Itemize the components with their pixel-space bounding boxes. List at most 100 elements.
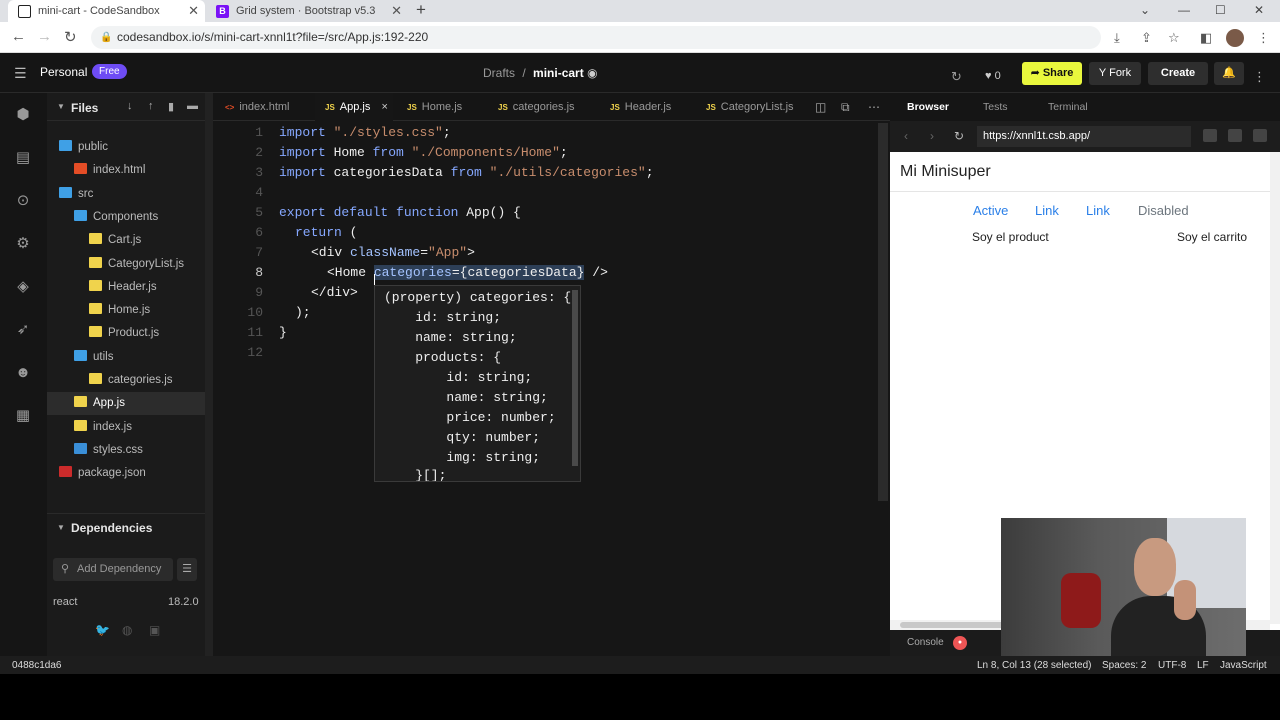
devtools-icon[interactable] [1203, 129, 1217, 142]
collapse-caret-icon[interactable]: ▼ [57, 102, 65, 111]
share-button[interactable]: ➦ Share [1022, 62, 1082, 85]
preview-icon[interactable]: ⧉ [841, 100, 850, 115]
file-item[interactable]: Header.js [47, 276, 205, 299]
tab-terminal[interactable]: Terminal [1048, 101, 1088, 113]
github-icon[interactable]: ◈ [13, 277, 33, 297]
file-item[interactable]: Product.js [47, 322, 205, 345]
profile-avatar[interactable] [1226, 29, 1244, 47]
files-icon[interactable]: ▤ [13, 148, 33, 168]
like-button[interactable]: ♥ 0 [985, 65, 1001, 88]
discord-icon[interactable]: ▣ [149, 623, 160, 637]
breadcrumb-drafts[interactable]: Drafts [483, 66, 515, 80]
file-item[interactable]: package.json [47, 462, 205, 485]
line-ending[interactable]: LF [1197, 660, 1209, 671]
back-icon[interactable]: ‹ [904, 129, 908, 143]
tab-header-js[interactable]: JS Header.js [610, 93, 671, 121]
menu-icon[interactable]: ☰ [14, 65, 27, 82]
new-folder-icon[interactable]: ▬ [187, 100, 198, 112]
file-item[interactable]: styles.css [47, 439, 205, 462]
tab-app-js[interactable]: JS App.js × [315, 93, 393, 121]
refresh-icon[interactable]: ↻ [951, 65, 962, 88]
browser-tab-bootstrap[interactable]: B Grid system · Bootstrap v5.3 ✕ [208, 0, 408, 22]
file-item[interactable]: index.html [47, 159, 205, 182]
commit-hash[interactable]: 0488c1da6 [12, 660, 62, 671]
forward-icon[interactable]: › [930, 129, 934, 143]
language-mode[interactable]: JavaScript [1220, 660, 1267, 671]
workspace-name[interactable]: Personal [40, 65, 87, 79]
search-icon[interactable]: ⊙ [13, 191, 33, 211]
open-new-window-icon[interactable] [1228, 129, 1242, 142]
file-item[interactable]: CategoryList.js [47, 253, 205, 276]
bookmark-star-icon[interactable]: ☆ [1168, 30, 1180, 46]
dependency-name[interactable]: react [53, 596, 77, 608]
more-options-icon[interactable]: ⋮ [1253, 65, 1266, 88]
file-item[interactable]: Cart.js [47, 229, 205, 252]
folder-item[interactable]: src [47, 183, 205, 206]
forward-icon[interactable]: → [37, 28, 52, 45]
file-item[interactable]: index.js [47, 416, 205, 439]
webcam-person-head [1134, 538, 1176, 596]
fork-button[interactable]: Y Fork [1089, 62, 1141, 85]
code-token: > [467, 245, 475, 260]
more-icon[interactable]: ⋯ [868, 100, 880, 114]
tab-categorylist-js[interactable]: JS CategoryList.js [706, 93, 794, 121]
project-cube-icon[interactable]: ⬢ [13, 105, 33, 125]
tab-tests[interactable]: Tests [983, 101, 1008, 113]
live-users-icon[interactable]: ☻ [13, 363, 33, 383]
sandbox-name[interactable]: mini-cart [533, 66, 584, 80]
browser-tab-codesandbox[interactable]: mini-cart - CodeSandbox ✕ [8, 0, 205, 22]
panel-resizer[interactable] [205, 93, 213, 656]
folder-item[interactable]: Components [47, 206, 205, 229]
settings-gear-icon[interactable]: ⚙ [13, 234, 33, 254]
editor-scrollbar[interactable] [878, 123, 888, 501]
address-bar[interactable]: 🔒 codesandbox.io/s/mini-cart-xnnl1t?file… [91, 26, 1101, 49]
sidepanel-icon[interactable]: ◧ [1200, 30, 1212, 46]
tab-search-icon[interactable]: ⌄ [1140, 0, 1150, 22]
notifications-bell-icon[interactable]: 🔔 [1214, 62, 1244, 85]
dependency-list-icon[interactable]: ☰ [177, 558, 197, 581]
tab-home-js[interactable]: JS Home.js [407, 93, 462, 121]
reload-icon[interactable]: ↻ [954, 129, 964, 143]
new-file-icon[interactable]: ▮ [168, 100, 174, 113]
file-item[interactable]: App.js [47, 392, 205, 416]
tab-categories-js[interactable]: JS categories.js [498, 93, 575, 121]
nav-link[interactable]: Link [1035, 203, 1059, 218]
nav-link-active[interactable]: Active [973, 203, 1008, 218]
window-close-icon[interactable]: ✕ [1254, 0, 1264, 22]
twitter-icon[interactable]: 🐦 [95, 623, 110, 637]
encoding[interactable]: UTF-8 [1158, 660, 1186, 671]
cursor-position[interactable]: Ln 8, Col 13 (28 selected) [977, 660, 1092, 671]
new-tab-button[interactable]: + [416, 0, 426, 22]
file-item[interactable]: Home.js [47, 299, 205, 322]
preview-url[interactable]: https://xnnl1t.csb.app/ [977, 126, 1191, 147]
close-tab-icon[interactable]: × [381, 101, 387, 113]
collapse-caret-icon[interactable]: ▼ [57, 523, 65, 532]
close-icon[interactable]: ✕ [391, 3, 402, 19]
responsive-view-icon[interactable] [1253, 129, 1267, 142]
tooltip-scrollbar[interactable] [572, 290, 578, 466]
preview-vertical-scrollbar[interactable] [1270, 152, 1280, 624]
browser-menu-icon[interactable]: ⋮ [1257, 30, 1270, 46]
install-icon[interactable]: ⤓ [1114, 30, 1120, 46]
file-item[interactable]: categories.js [47, 369, 205, 392]
github-icon[interactable]: ◍ [122, 623, 132, 637]
indentation[interactable]: Spaces: 2 [1102, 660, 1146, 671]
folder-item[interactable]: public [47, 136, 205, 159]
tab-browser[interactable]: Browser [907, 101, 949, 113]
reload-icon[interactable]: ↻ [64, 28, 77, 46]
maximize-icon[interactable]: ☐ [1215, 0, 1226, 22]
close-icon[interactable]: ✕ [188, 3, 199, 19]
back-icon[interactable]: ← [11, 28, 26, 45]
add-dependency-input[interactable]: ⚲ Add Dependency [53, 558, 173, 581]
sort-up-icon[interactable]: ↑ [148, 100, 154, 112]
create-button[interactable]: Create [1148, 62, 1208, 85]
nav-link[interactable]: Link [1086, 203, 1110, 218]
tab-index-html[interactable]: <> index.html [225, 93, 289, 121]
folder-item[interactable]: utils [47, 346, 205, 369]
minimize-icon[interactable]: — [1178, 0, 1190, 22]
split-editor-icon[interactable]: ◫ [815, 100, 826, 114]
deploy-rocket-icon[interactable]: ➶ [13, 320, 33, 340]
sort-down-icon[interactable]: ↓ [127, 100, 133, 112]
docker-icon[interactable]: ▦ [13, 406, 33, 426]
share-page-icon[interactable]: ⇪ [1141, 30, 1152, 46]
